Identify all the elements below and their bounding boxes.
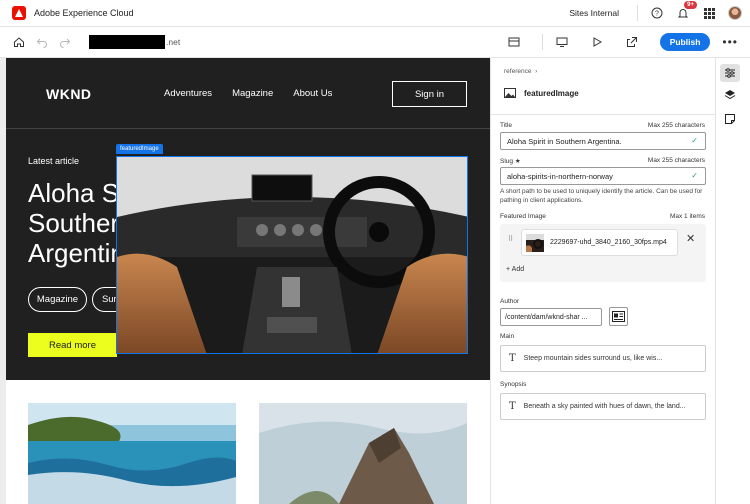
publish-button[interactable]: Publish — [659, 33, 711, 51]
redo-icon[interactable] — [58, 35, 72, 49]
notes-icon[interactable] — [720, 110, 740, 128]
component-title: featuredImage — [504, 88, 579, 98]
browse-icon[interactable] — [609, 307, 628, 326]
slug-field[interactable]: aloha-spirits-in-northern-norway ✓ — [500, 167, 706, 185]
article-card-surf[interactable] — [28, 403, 236, 504]
more-icon[interactable]: ••• — [722, 35, 738, 49]
editor-canvas: WKND Adventures Magazine About Us Sign i… — [0, 58, 490, 504]
close-icon[interactable]: ✕ — [686, 232, 695, 245]
properties-panel: reference › featuredImage Title Max 255 … — [490, 58, 716, 504]
adobe-logo-icon[interactable] — [12, 6, 26, 20]
featured-image-label: Featured Image — [500, 213, 546, 220]
help-icon[interactable]: ? — [650, 6, 664, 20]
article-cards — [28, 403, 468, 504]
latest-article-label: Latest article — [28, 156, 80, 166]
avatar[interactable] — [728, 6, 742, 20]
synopsis-label: Synopsis — [500, 381, 527, 388]
featured-image[interactable] — [116, 156, 468, 354]
title-label: Title — [500, 122, 513, 129]
svg-text:?: ? — [655, 11, 659, 18]
read-more-button[interactable]: Read more — [28, 333, 117, 357]
checkmark-icon: ✓ — [691, 171, 698, 180]
text-icon: T — [509, 401, 516, 412]
notification-badge: 9+ — [684, 1, 697, 9]
app-bar: Adobe Experience Cloud Sites Internal ? … — [0, 0, 750, 27]
author-path-field[interactable]: /content/dam/wknd-shar ... — [500, 308, 602, 326]
layers-icon[interactable] — [720, 86, 740, 104]
asset-thumbnail — [526, 233, 544, 252]
author-label: Author — [500, 298, 520, 305]
play-icon[interactable] — [590, 35, 604, 49]
open-icon[interactable] — [625, 35, 639, 49]
site-logo[interactable]: WKND — [46, 86, 92, 102]
title-hint: Max 255 characters — [647, 122, 705, 129]
editor-toolbar: .net Publish ••• — [0, 27, 750, 58]
right-rail — [715, 58, 750, 504]
url-redacted — [89, 35, 165, 49]
bell-icon[interactable]: 9+ — [676, 1, 697, 20]
featured-image-label: featuredImage — [116, 144, 163, 154]
featured-image-multifield: ⠿ 2229697-uhd_3840_2160_30fps.mp4 ✕ + Ad… — [500, 224, 706, 282]
slug-label: Slug ★ — [500, 158, 521, 165]
slug-help-text: A short path to be used to uniquely iden… — [500, 188, 703, 204]
divider — [6, 128, 490, 129]
layout-icon[interactable] — [507, 35, 521, 49]
url-suffix: .net — [166, 37, 181, 47]
app-title[interactable]: Adobe Experience Cloud — [34, 8, 134, 18]
org-switcher[interactable]: Sites Internal — [569, 8, 619, 18]
divider — [491, 114, 716, 115]
nav-item-adventures[interactable]: Adventures — [164, 88, 212, 99]
asset-filename: 2229697-uhd_3840_2160_30fps.mp4 — [550, 239, 667, 246]
article-card-climb[interactable] — [259, 403, 467, 504]
synopsis-richtext-field[interactable]: T Beneath a sky painted with hues of daw… — [500, 393, 706, 420]
tag-magazine[interactable]: Magazine — [28, 287, 87, 312]
divider — [637, 5, 638, 21]
sign-in-button[interactable]: Sign in — [392, 81, 467, 107]
nav-item-magazine[interactable]: Magazine — [232, 88, 273, 99]
title-field[interactable]: Aloha Spirit in Southern Argentina. ✓ — [500, 132, 706, 150]
hero-section: WKND Adventures Magazine About Us Sign i… — [6, 58, 490, 380]
text-icon: T — [509, 353, 516, 364]
apps-grid-icon[interactable] — [702, 6, 716, 20]
site-preview: WKND Adventures Magazine About Us Sign i… — [6, 58, 490, 504]
slug-hint: Max 255 characters — [647, 157, 705, 164]
image-icon — [504, 88, 516, 98]
component-name: featuredImage — [524, 88, 579, 98]
featured-image-hint: Max 1 items — [669, 213, 705, 220]
properties-icon[interactable] — [720, 64, 740, 82]
site-nav: Adventures Magazine About Us — [164, 88, 332, 99]
undo-icon[interactable] — [35, 35, 49, 49]
divider — [541, 34, 543, 50]
drag-handle-icon[interactable]: ⠿ — [508, 235, 513, 243]
asset-item[interactable]: 2229697-uhd_3840_2160_30fps.mp4 — [521, 229, 678, 256]
home-icon[interactable] — [12, 35, 26, 49]
breadcrumb[interactable]: reference › — [504, 68, 537, 75]
main-richtext-field[interactable]: T Steep mountain sides surround us, like… — [500, 345, 706, 372]
add-item-button[interactable]: + Add — [506, 266, 524, 273]
desktop-icon[interactable] — [555, 35, 569, 49]
checkmark-icon: ✓ — [691, 136, 698, 145]
nav-item-about-us[interactable]: About Us — [293, 88, 332, 99]
main-label: Main — [500, 333, 515, 340]
